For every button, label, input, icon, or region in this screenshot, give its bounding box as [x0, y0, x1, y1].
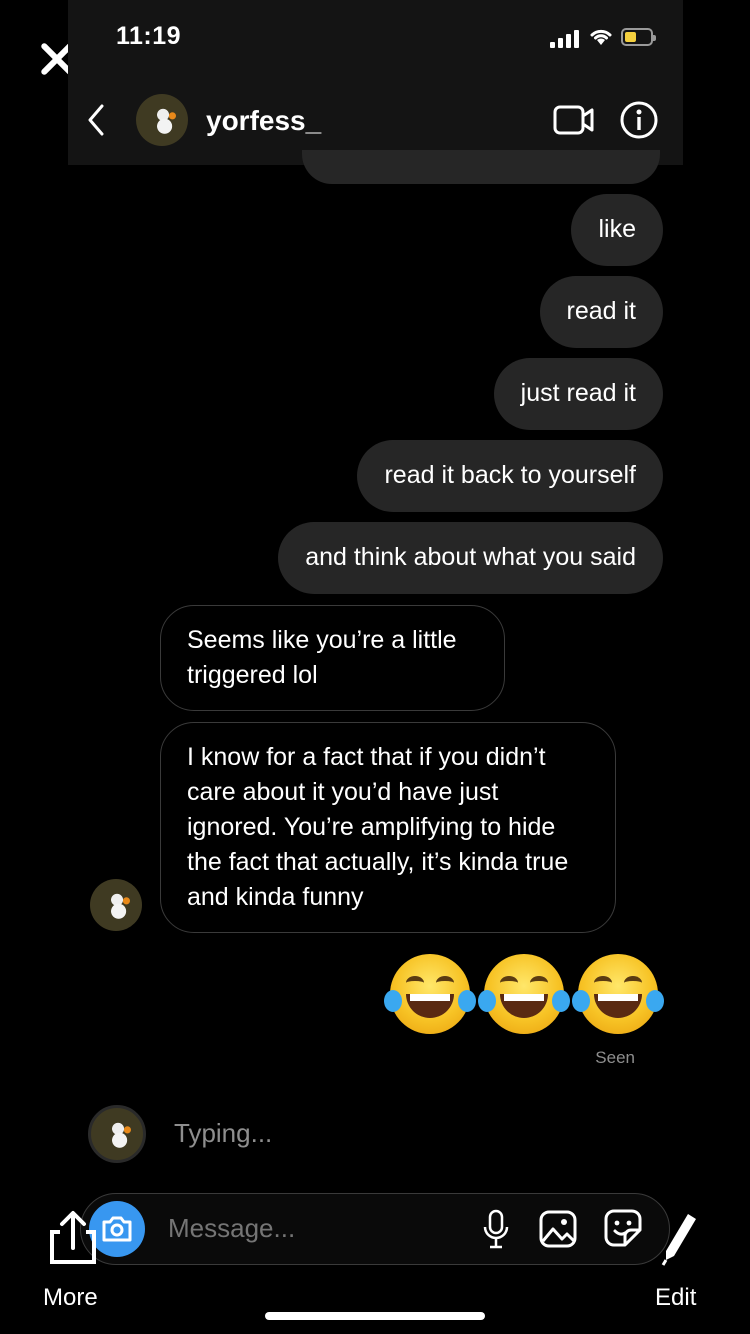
laughing-tears-emoji: [478, 954, 570, 1034]
share-icon[interactable]: [48, 1208, 98, 1266]
sent-message[interactable]: and think about what you said: [278, 522, 663, 594]
video-call-icon[interactable]: [553, 104, 595, 136]
status-time: 11:19: [116, 22, 182, 50]
battery-icon: [621, 28, 656, 46]
home-indicator: [265, 1312, 485, 1320]
sent-message[interactable]: read it back to yourself: [357, 440, 663, 512]
pen-icon[interactable]: [660, 1210, 700, 1266]
more-button-label[interactable]: More: [43, 1284, 98, 1312]
message-input[interactable]: [166, 1212, 460, 1245]
laughing-tears-emoji: [572, 954, 664, 1034]
signal-icon: [550, 30, 580, 48]
chat-header-frame: 11:19 yorfess_: [68, 0, 683, 165]
info-icon[interactable]: [619, 100, 659, 140]
sent-message[interactable]: just read it: [493, 358, 663, 430]
typing-indicator: Typing...: [174, 1118, 273, 1148]
seen-indicator: Seen: [595, 1048, 635, 1067]
microphone-icon[interactable]: [481, 1208, 511, 1250]
gallery-icon[interactable]: [538, 1209, 578, 1249]
wifi-icon: [590, 29, 612, 45]
sent-message[interactable]: read it: [539, 276, 663, 348]
typing-avatar: [88, 1105, 146, 1163]
profile-avatar[interactable]: [136, 94, 188, 146]
previous-message-bubble: [302, 150, 660, 184]
sender-avatar: [90, 879, 142, 931]
chevron-left-icon[interactable]: [86, 103, 106, 137]
sent-message[interactable]: like: [571, 194, 663, 266]
chat-username[interactable]: yorfess_: [206, 105, 321, 137]
emoji-message[interactable]: [384, 954, 664, 1034]
laughing-tears-emoji: [384, 954, 476, 1034]
sticker-icon[interactable]: [603, 1208, 643, 1248]
received-message[interactable]: Seems like you’re a little triggered lol: [160, 605, 505, 711]
edit-button-label[interactable]: Edit: [655, 1284, 696, 1312]
received-message[interactable]: I know for a fact that if you didn’t car…: [160, 722, 616, 933]
camera-icon: [102, 1216, 132, 1242]
